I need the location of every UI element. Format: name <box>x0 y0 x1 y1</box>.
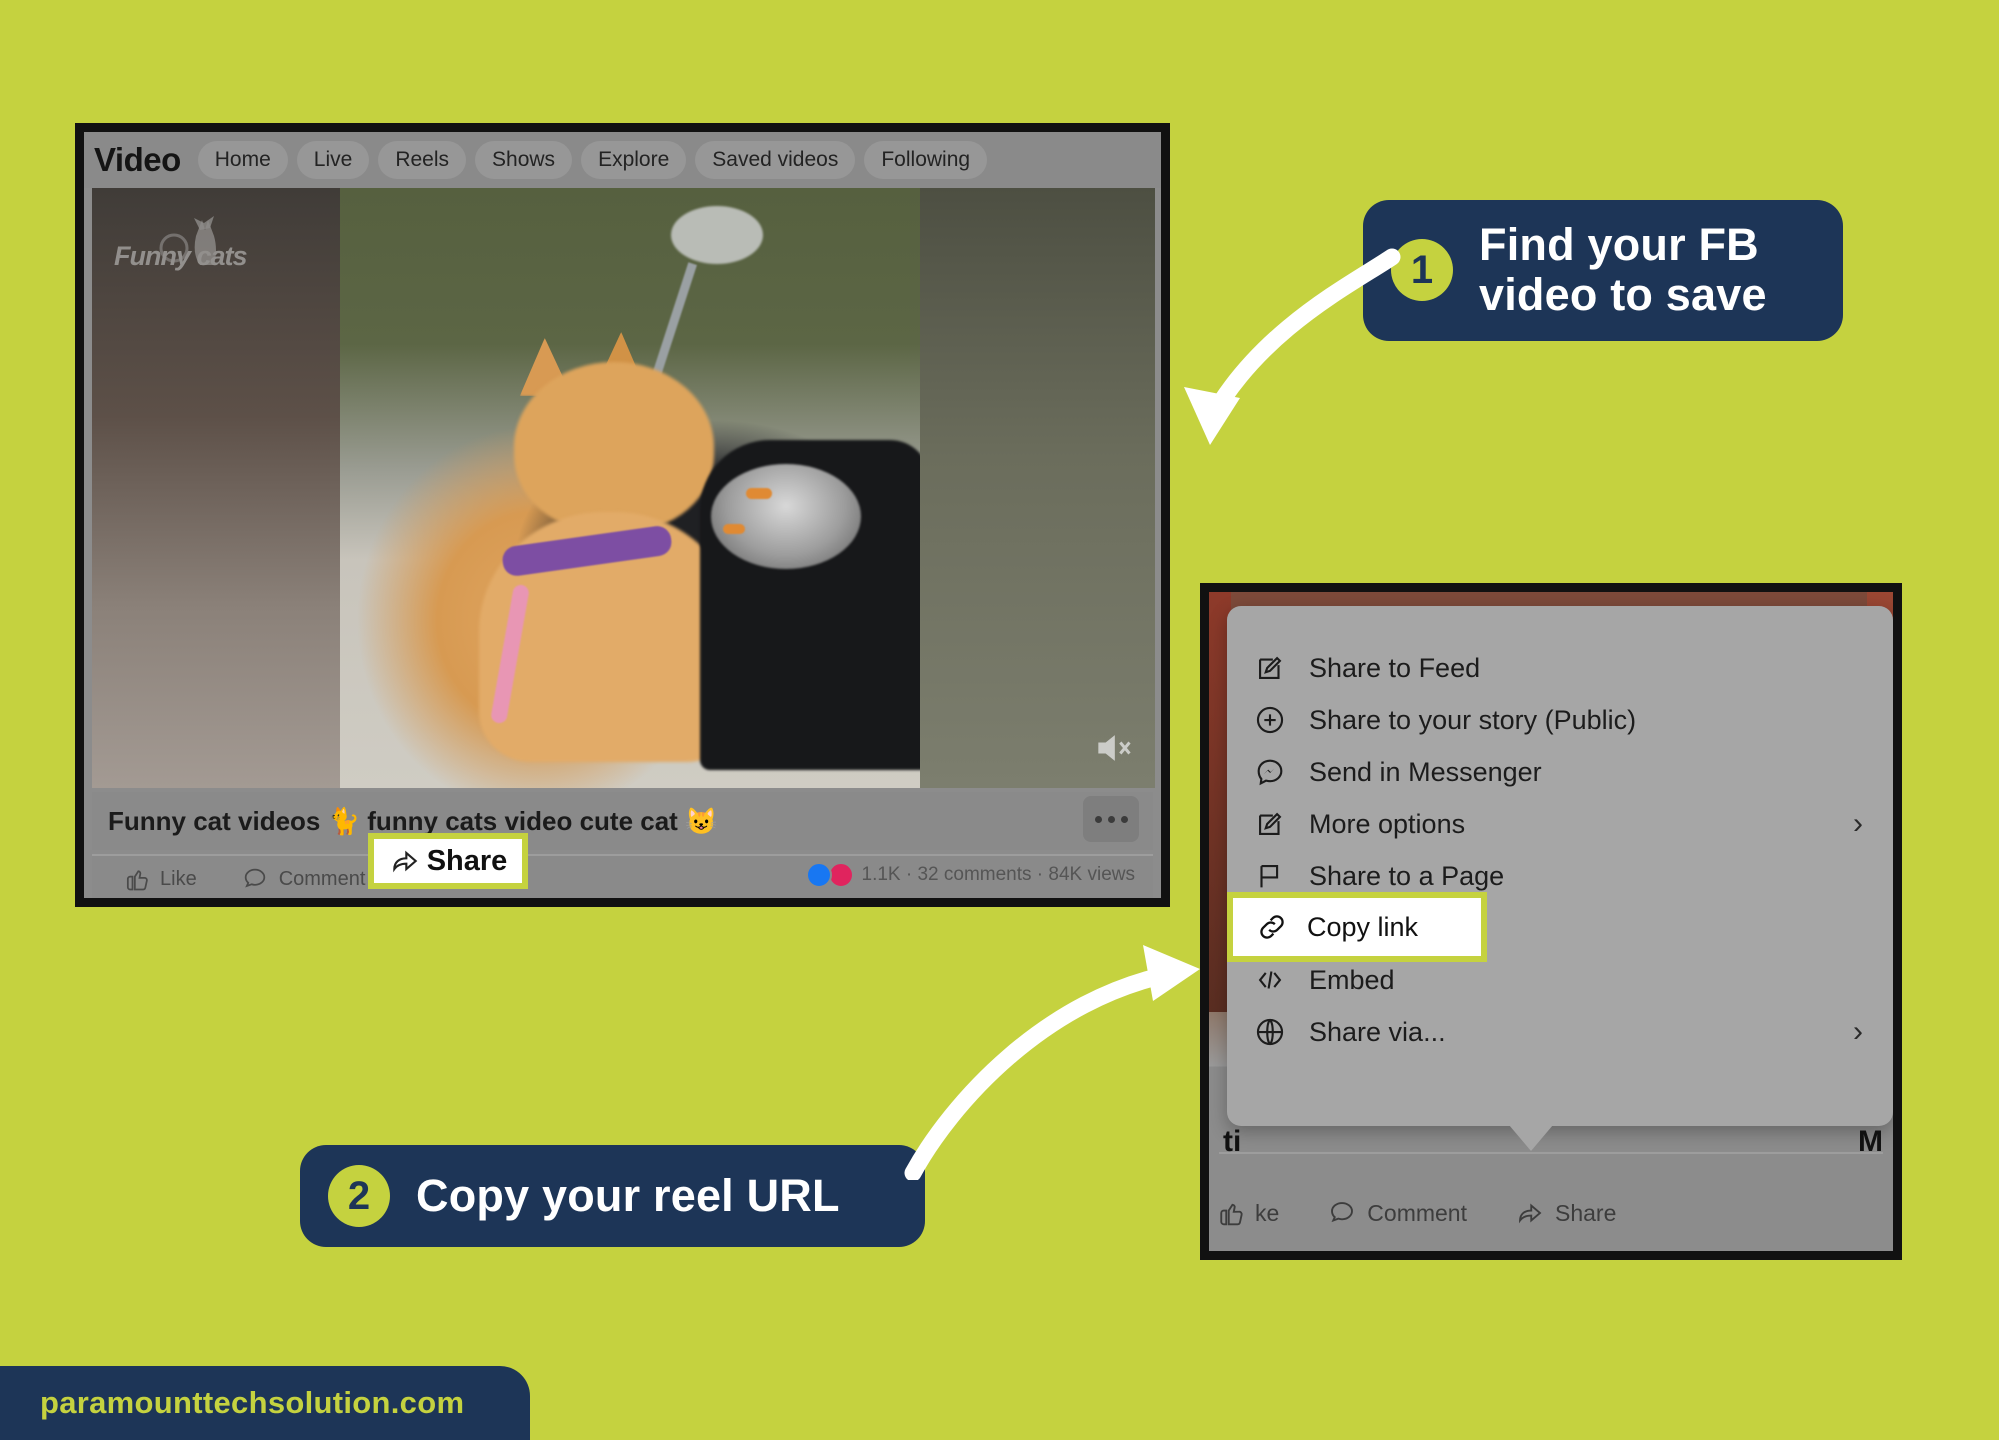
comment-bubble-icon <box>244 868 265 888</box>
share-menu-popover: Share to Feed Share to your story (Publi… <box>1227 606 1893 1126</box>
peek-text-right: M <box>1858 1125 1883 1158</box>
more-dot <box>1107 815 1115 823</box>
callout-step-2-text: Copy your reel URL <box>416 1169 840 1221</box>
share-menu-card: Share to Feed Share to your story (Publi… <box>1200 583 1902 1260</box>
share-highlight-label: Share <box>426 844 508 877</box>
comment-button[interactable]: Comment <box>241 865 366 893</box>
post-caption-text: Funny cat videos 🐈 funny cats video cute… <box>108 805 718 836</box>
like-label: Like <box>160 867 197 890</box>
cat-head <box>514 362 714 532</box>
nav-item-reels[interactable]: Reels <box>378 141 467 179</box>
callout-step-1-text: Find your FB video to save <box>1479 219 1767 321</box>
like-button[interactable]: ke <box>1215 1198 1279 1228</box>
callout-step-2: 2 Copy your reel URL <box>300 1145 925 1247</box>
share-menu-label: Send in Messenger <box>1309 756 1542 787</box>
share-card-action-bar: ke Comment Share <box>1209 1185 1893 1241</box>
copy-link-label: Copy link <box>1307 911 1419 942</box>
more-dot <box>1094 815 1102 823</box>
speaker-mute-icon[interactable] <box>1091 726 1135 770</box>
like-label: ke <box>1255 1199 1280 1226</box>
footer-website-text: paramounttechsolution.com <box>40 1385 465 1420</box>
share-menu-item-share-via[interactable]: Share via... › <box>1227 1006 1893 1058</box>
pencil-square-icon <box>1259 656 1282 679</box>
dashboard-light-2 <box>722 524 745 534</box>
post-engagement-stats: 1.1K · 32 comments · 84K views <box>805 862 1136 888</box>
share-menu-label: More options <box>1309 808 1466 839</box>
comment-bubble-icon <box>1331 1202 1354 1223</box>
video-nav-bar: Video Home Live Reels Shows Explore Save… <box>84 132 1161 188</box>
reaction-like-icon <box>805 862 832 888</box>
divider <box>1219 1152 1883 1154</box>
like-button[interactable]: Like <box>122 865 197 893</box>
scooter-dashboard <box>711 464 862 569</box>
video-player[interactable]: Funny cats <box>92 188 1155 788</box>
nav-item-following[interactable]: Following <box>864 141 988 179</box>
comment-label: Comment <box>278 867 366 890</box>
code-brackets-icon <box>1258 971 1282 989</box>
post-more-options-button[interactable] <box>1083 796 1139 842</box>
share-menu-label: Share to a Page <box>1309 860 1505 891</box>
scooter-mirror <box>670 206 763 264</box>
engagement-stats-text: 1.1K · 32 comments · 84K views <box>861 864 1136 885</box>
video-right-blur-band <box>920 188 1155 788</box>
share-menu-label: Share to Feed <box>1309 652 1481 683</box>
post-caption-row: Funny cat videos 🐈 funny cats video cute… <box>92 792 1153 850</box>
share-menu-label: Share via... <box>1309 1016 1446 1047</box>
nav-item-shows[interactable]: Shows <box>475 141 573 179</box>
nav-item-live[interactable]: Live <box>296 141 370 179</box>
globe-icon <box>1256 1018 1284 1046</box>
popover-tail <box>1509 1125 1553 1151</box>
more-dot <box>1120 815 1128 823</box>
chevron-right-icon: › <box>1853 807 1863 840</box>
flag-icon <box>1260 865 1279 888</box>
link-chain-icon <box>1260 915 1284 939</box>
share-menu-label: Embed <box>1309 964 1395 995</box>
funny-cats-watermark: Funny cats <box>114 210 279 276</box>
footer-watermark: paramounttechsolution.com <box>0 1366 530 1440</box>
video-frame-content <box>340 188 930 788</box>
callout-step-1: 1 Find your FB video to save <box>1363 200 1843 341</box>
video-nav-brand: Video <box>94 141 181 178</box>
watermark-text: Funny cats <box>114 241 248 271</box>
nav-item-explore[interactable]: Explore <box>581 141 687 179</box>
share-menu-item-share-to-story[interactable]: Share to your story (Public) <box>1227 694 1893 746</box>
share-menu-item-share-to-feed[interactable]: Share to Feed <box>1227 642 1893 694</box>
arrow-step-2-icon <box>904 945 1200 1180</box>
video-left-blur-band <box>92 188 340 788</box>
share-button[interactable]: Share <box>1515 1198 1616 1228</box>
facebook-video-card: Video Home Live Reels Shows Explore Save… <box>75 123 1170 907</box>
share-arrow-icon <box>392 850 417 873</box>
nav-item-home[interactable]: Home <box>197 141 288 179</box>
share-menu-item-send-in-messenger[interactable]: Send in Messenger <box>1227 746 1893 798</box>
thumbs-up-icon <box>126 870 148 891</box>
share-menu-item-more-options[interactable]: More options › <box>1227 798 1893 850</box>
comment-label: Comment <box>1367 1199 1467 1226</box>
chevron-right-icon: › <box>1853 1015 1863 1048</box>
share-label: Share <box>1555 1199 1617 1226</box>
nav-item-saved-videos[interactable]: Saved videos <box>695 141 856 179</box>
share-highlight-box[interactable]: Share <box>368 833 528 889</box>
share-arrow-icon <box>1519 1203 1542 1224</box>
share-menu-label: Share to your story (Public) <box>1309 704 1637 735</box>
callout-step-2-number: 2 <box>328 1165 390 1227</box>
messenger-icon <box>1257 759 1283 786</box>
comment-button[interactable]: Comment <box>1327 1198 1467 1228</box>
thumbs-up-icon <box>1220 1203 1243 1226</box>
copy-link-highlight-box[interactable]: Copy link <box>1227 892 1487 962</box>
plus-circle-icon <box>1256 706 1284 734</box>
pencil-square-icon <box>1259 812 1282 835</box>
dashboard-light-1 <box>746 488 772 499</box>
arrow-step-1-icon <box>1184 248 1401 445</box>
